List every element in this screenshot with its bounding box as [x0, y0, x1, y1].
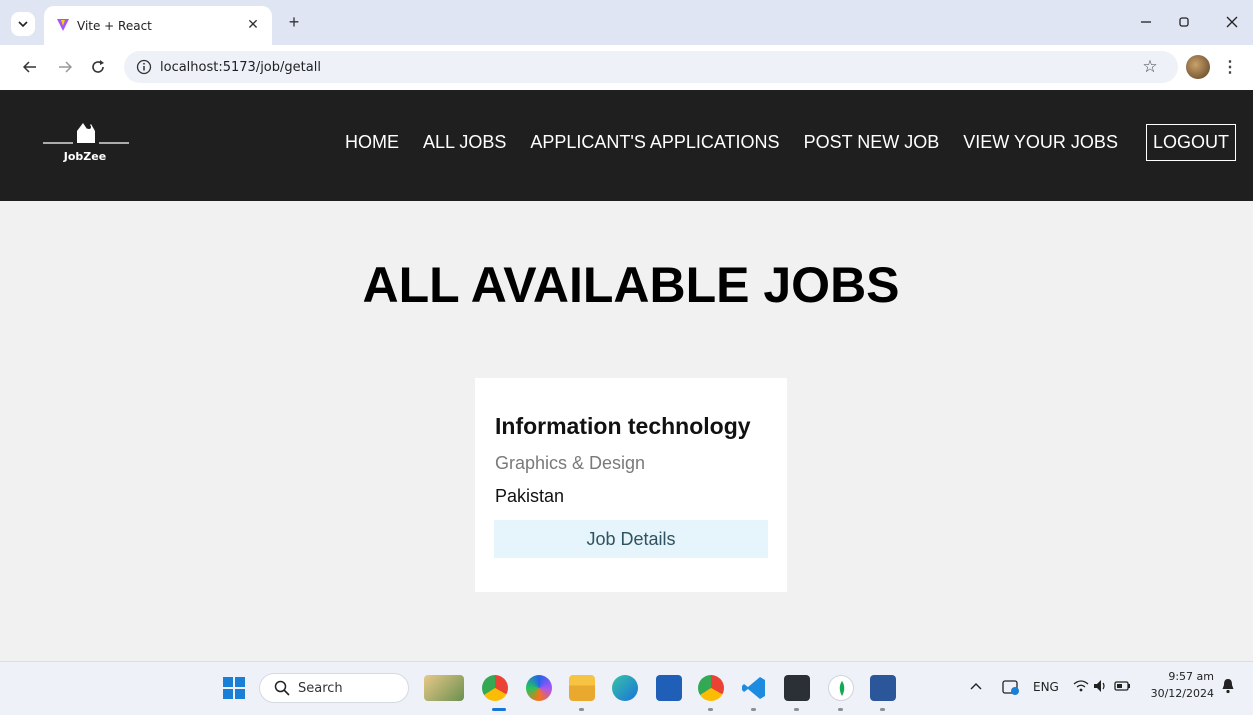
active-app-indicator — [492, 708, 506, 711]
app-navbar: JobZee HOME ALL JOBS APPLICANT'S APPLICA… — [0, 90, 1253, 201]
chevron-up-icon[interactable] — [970, 681, 982, 693]
chrome-icon[interactable] — [482, 675, 508, 701]
job-card: Information technology Graphics & Design… — [475, 378, 787, 592]
browser-toolbar: localhost:5173/job/getall ☆ ⋮ — [0, 45, 1253, 90]
chrome-profile-icon[interactable] — [698, 675, 724, 701]
app-running-dot — [838, 708, 843, 711]
nav-applicants-applications[interactable]: APPLICANT'S APPLICATIONS — [530, 132, 779, 153]
chevron-down-icon — [18, 21, 28, 28]
nav-all-jobs[interactable]: ALL JOBS — [423, 132, 506, 153]
close-window-button[interactable] — [1218, 10, 1246, 34]
search-icon — [274, 680, 290, 696]
profile-avatar[interactable] — [1186, 55, 1210, 79]
browser-tab[interactable]: Vite + React ✕ — [44, 6, 272, 45]
browser-tabstrip: Vite + React ✕ + — [0, 0, 1253, 45]
app-running-dot — [708, 708, 713, 711]
mongodb-compass-icon[interactable] — [828, 675, 854, 701]
edge-icon[interactable] — [612, 675, 638, 701]
reload-icon — [92, 60, 104, 73]
app-running-dot — [579, 708, 584, 711]
battery-icon[interactable] — [1114, 679, 1132, 693]
search-label: Search — [298, 681, 343, 696]
vscode-icon[interactable] — [741, 675, 767, 701]
logout-button[interactable]: LOGOUT — [1146, 124, 1236, 161]
arrow-right-icon — [59, 61, 72, 73]
url-text[interactable]: localhost:5173/job/getall — [160, 60, 321, 75]
page-title: ALL AVAILABLE JOBS — [362, 257, 900, 313]
jobs-page: ALL AVAILABLE JOBS Information technolog… — [0, 201, 1253, 661]
wifi-icon[interactable] — [1073, 678, 1089, 694]
terminal-icon[interactable] — [784, 675, 810, 701]
clock-date[interactable]: 30/12/2024 — [1148, 687, 1214, 700]
widgets-icon[interactable] — [424, 675, 464, 701]
reload-button[interactable] — [87, 56, 109, 78]
vite-logo-icon — [57, 19, 69, 31]
main-nav: HOME ALL JOBS APPLICANT'S APPLICATIONS P… — [345, 132, 1118, 153]
tab-title: Vite + React — [77, 19, 152, 33]
word-icon[interactable] — [870, 675, 896, 701]
nav-home[interactable]: HOME — [345, 132, 399, 153]
forward-button[interactable] — [54, 56, 76, 78]
microsoft-store-icon[interactable] — [656, 675, 682, 701]
job-title: Information technology — [495, 413, 751, 439]
job-category: Graphics & Design — [495, 453, 646, 473]
new-tab-button[interactable]: + — [283, 11, 305, 33]
restore-button[interactable] — [1170, 10, 1198, 34]
jobzee-logo[interactable]: JobZee — [43, 117, 129, 177]
notification-bell-icon[interactable] — [1221, 678, 1235, 694]
windows-taskbar: Search ENG 9:57 am 30/12/2024 — [0, 661, 1253, 715]
app-running-dot — [794, 708, 799, 711]
job-details-button[interactable]: Job Details — [494, 520, 768, 558]
bookmark-star-icon[interactable]: ☆ — [1140, 57, 1160, 77]
arrow-left-icon — [23, 61, 36, 73]
file-explorer-icon[interactable] — [569, 675, 595, 701]
address-bar[interactable]: localhost:5173/job/getall — [124, 51, 1178, 83]
browser-menu-icon[interactable]: ⋮ — [1222, 56, 1238, 78]
copilot-icon[interactable] — [526, 675, 552, 701]
nav-post-new-job[interactable]: POST NEW JOB — [804, 132, 940, 153]
taskbar-search[interactable]: Search — [259, 673, 409, 703]
back-button[interactable] — [19, 56, 41, 78]
restore-icon — [1179, 17, 1189, 27]
close-tab-icon[interactable]: ✕ — [244, 15, 262, 33]
input-language[interactable]: ENG — [1033, 680, 1059, 694]
windows-start-icon[interactable] — [221, 675, 247, 701]
mongodb-leaf-icon — [839, 681, 845, 696]
app-running-dot — [751, 708, 756, 711]
logo-text: JobZee — [63, 150, 107, 163]
job-country: Pakistan — [495, 486, 565, 506]
logo-mark-icon — [43, 123, 129, 144]
clock-time[interactable]: 9:57 am — [1164, 670, 1214, 683]
onedrive-sync-icon[interactable] — [1001, 677, 1021, 697]
app-running-dot — [880, 708, 885, 711]
tab-search-button[interactable] — [11, 12, 35, 36]
minimize-button[interactable] — [1132, 10, 1160, 34]
nav-view-your-jobs[interactable]: VIEW YOUR JOBS — [963, 132, 1118, 153]
close-icon — [1226, 16, 1238, 28]
info-icon[interactable] — [136, 59, 152, 75]
volume-icon[interactable] — [1092, 678, 1108, 694]
minimize-icon — [1141, 21, 1151, 23]
